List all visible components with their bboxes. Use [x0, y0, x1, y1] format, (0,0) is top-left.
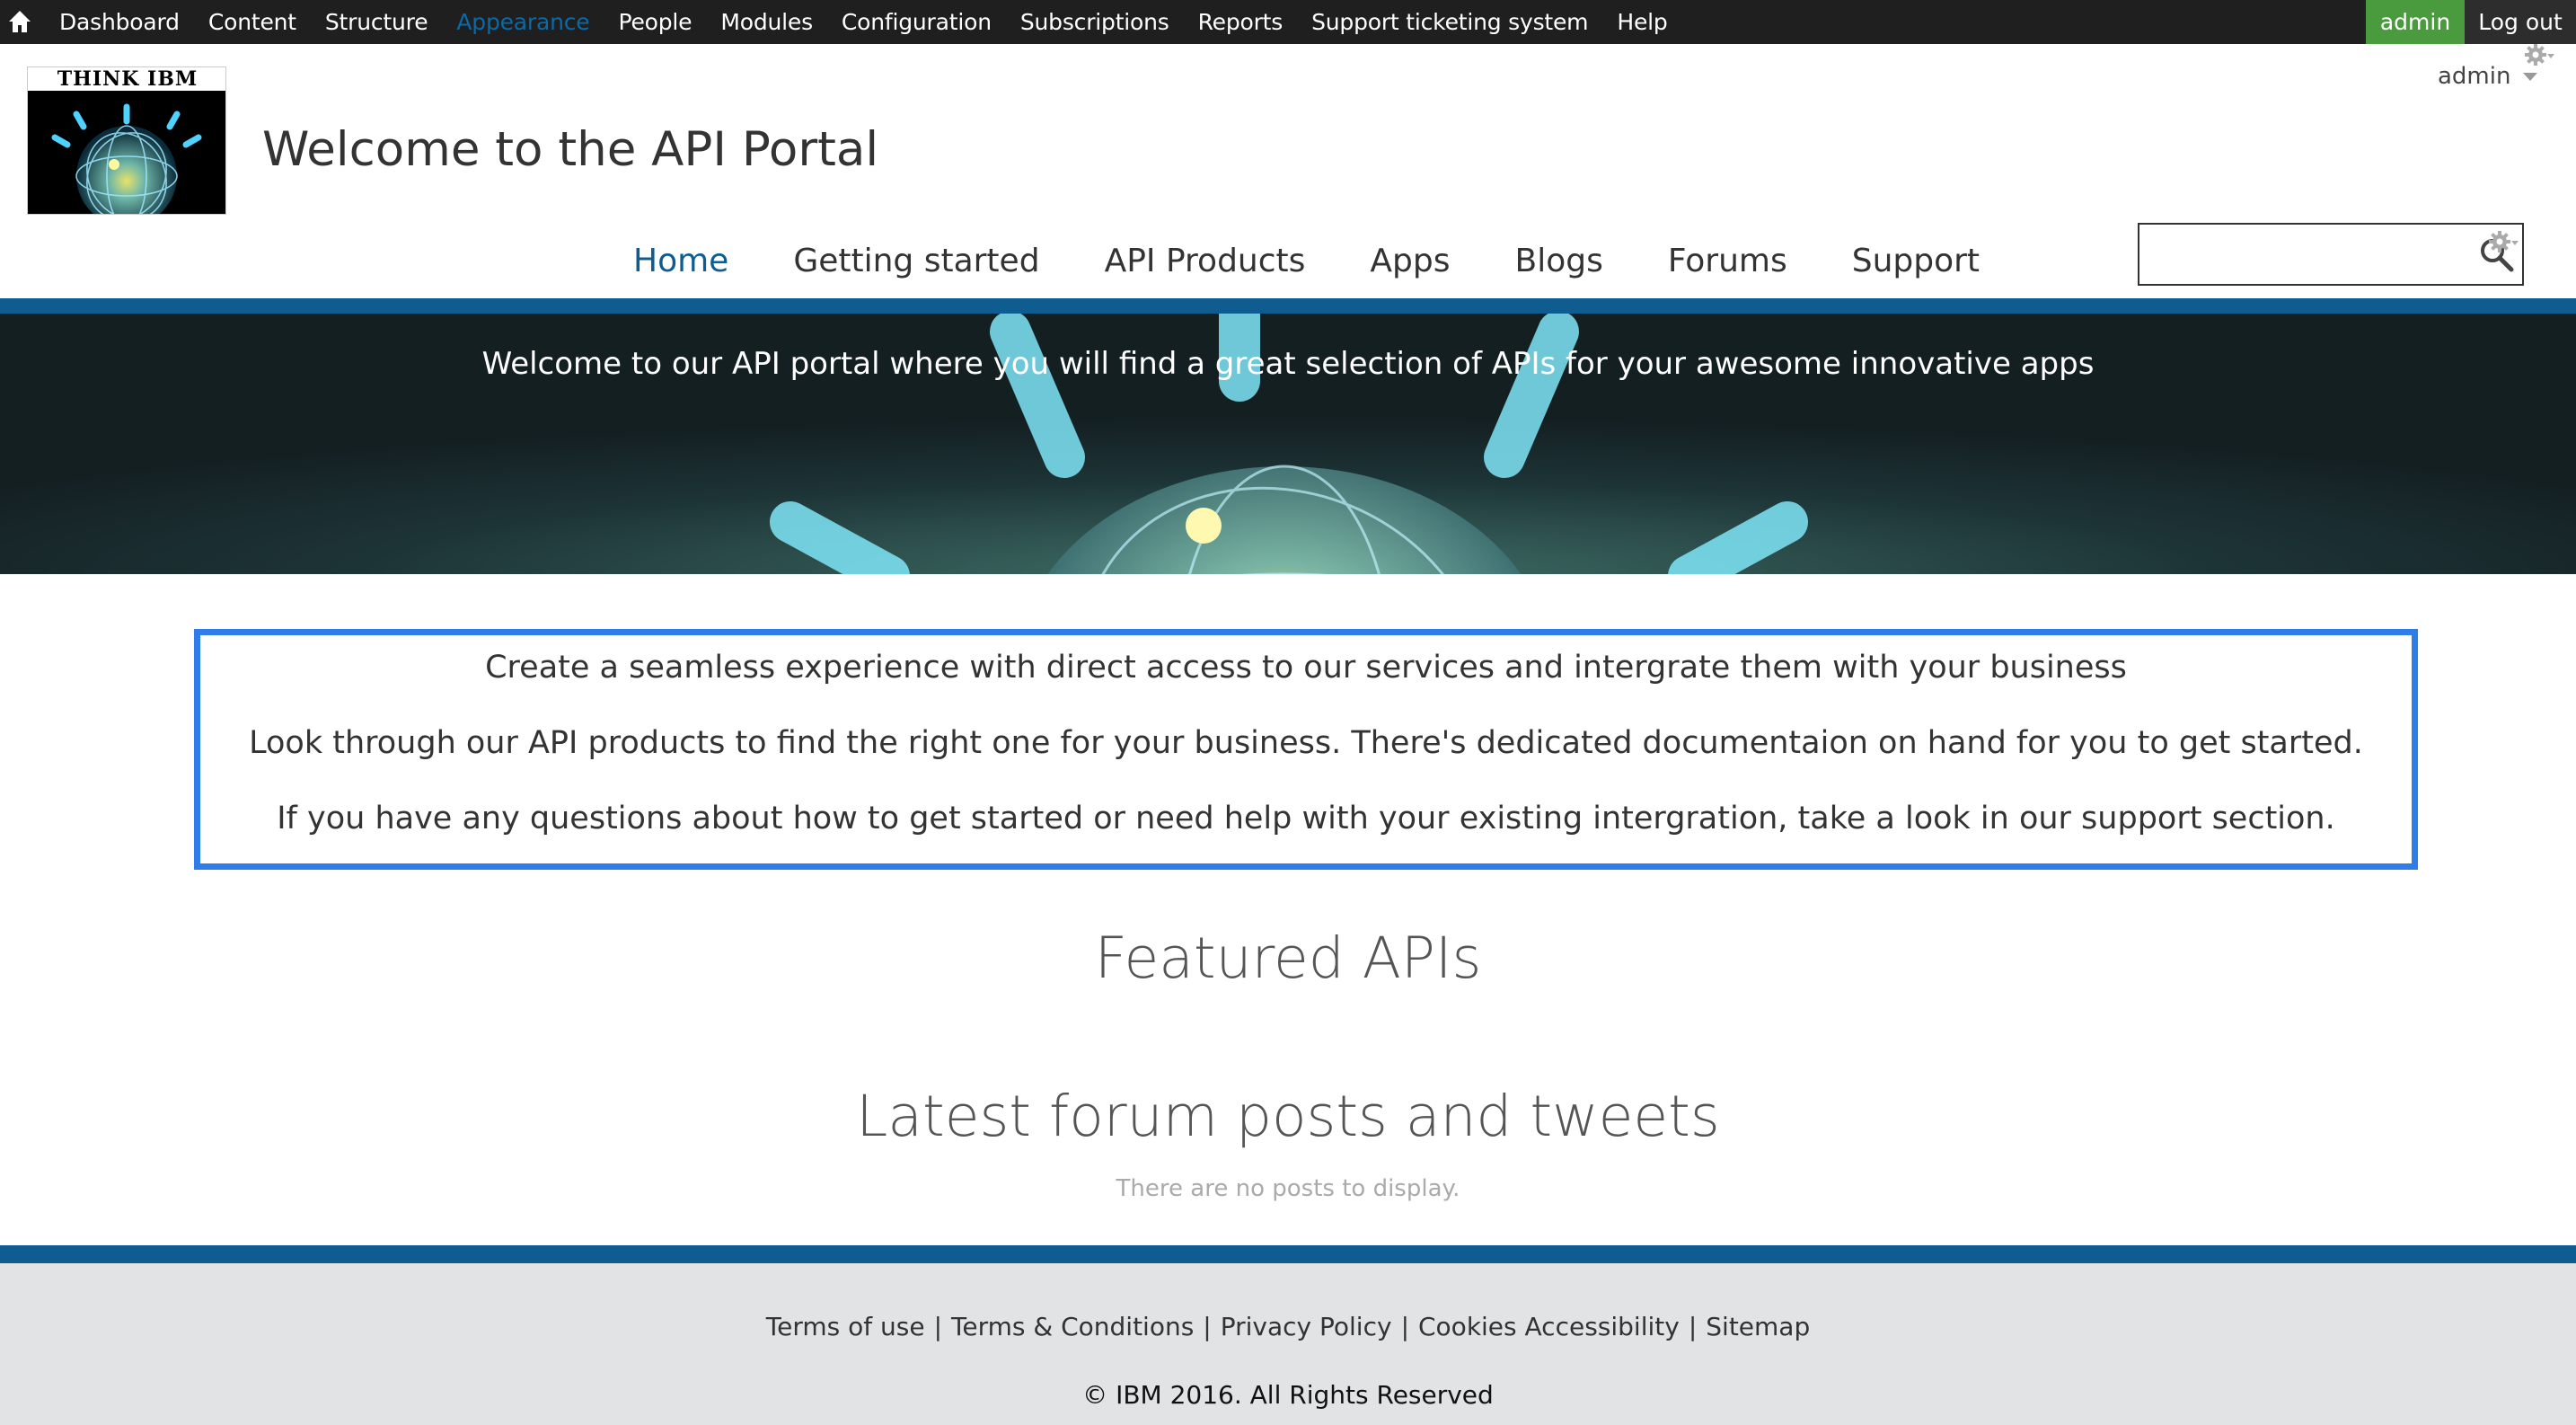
intro-box: Create a seamless experience with direct… [194, 629, 2418, 870]
toolbar-item-configuration[interactable]: Configuration [827, 9, 1006, 35]
search-box[interactable] [2138, 223, 2524, 286]
gear-icon[interactable] [2488, 230, 2519, 257]
user-menu[interactable]: admin [2438, 63, 2538, 90]
footer-link-sitemap[interactable]: Sitemap [1706, 1312, 1810, 1341]
toolbar-item-support-ticketing[interactable]: Support ticketing system [1297, 9, 1602, 35]
hero-text: Welcome to our API portal where you will… [481, 346, 2095, 382]
intro-line-3: If you have any questions about how to g… [277, 801, 2335, 836]
footer-link-privacy-policy[interactable]: Privacy Policy [1221, 1312, 1392, 1341]
site-logo[interactable]: THINK IBM [27, 66, 226, 215]
nav-item-blogs[interactable]: Blogs [1515, 243, 1603, 279]
nav-item-home[interactable]: Home [633, 243, 728, 279]
footer-links: Terms of use | Terms & Conditions | Privacy … [765, 1312, 1811, 1341]
globe-icon [51, 103, 202, 214]
nav-item-forums[interactable]: Forums [1668, 243, 1787, 279]
no-posts-message: There are no posts to display. [1116, 1175, 1460, 1202]
footer-link-terms-of-use[interactable]: Terms of use [766, 1312, 925, 1341]
search-input[interactable] [2147, 232, 2461, 277]
toolbar-item-appearance[interactable]: Appearance [442, 9, 604, 35]
toolbar-item-help[interactable]: Help [1602, 9, 1681, 35]
toolbar-item-modules[interactable]: Modules [706, 9, 827, 35]
home-icon[interactable] [7, 6, 32, 37]
footer-link-terms-conditions[interactable]: Terms & Conditions [951, 1312, 1194, 1341]
nav-item-support[interactable]: Support [1852, 243, 1980, 279]
logout-button[interactable]: Log out [2465, 0, 2576, 44]
admin-toolbar: Dashboard Content Structure Appearance P… [0, 0, 2576, 44]
toolbar-user-button[interactable]: admin [2366, 0, 2465, 44]
toolbar-menu: Dashboard Content Structure Appearance P… [45, 0, 1682, 44]
toolbar-item-structure[interactable]: Structure [311, 9, 443, 35]
footer-link-cookies-accessibility[interactable]: Cookies Accessibility [1418, 1312, 1680, 1341]
hero-banner: Welcome to our API portal where you will… [0, 314, 2576, 574]
intro-line-1: Create a seamless experience with direct… [485, 650, 2127, 686]
footer-divider [0, 1245, 2576, 1263]
toolbar-item-dashboard[interactable]: Dashboard [45, 9, 194, 35]
toolbar-item-subscriptions[interactable]: Subscriptions [1006, 9, 1184, 35]
header-divider [0, 298, 2576, 314]
forum-posts-title: Latest forum posts and tweets [856, 1084, 1720, 1149]
footer: Terms of use | Terms & Conditions | Privacy … [0, 1263, 2576, 1425]
nav-item-getting-started[interactable]: Getting started [793, 243, 1039, 279]
chevron-down-icon [2523, 73, 2538, 81]
toolbar-item-content[interactable]: Content [194, 9, 311, 35]
nav-item-apps[interactable]: Apps [1370, 243, 1450, 279]
nav-item-api-products[interactable]: API Products [1105, 243, 1306, 279]
intro-line-2: Look through our API products to find th… [249, 725, 2363, 761]
main-nav: Home Getting started API Products Apps B… [633, 235, 2044, 286]
site-title: Welcome to the API Portal [262, 122, 879, 177]
user-menu-label: admin [2438, 63, 2511, 90]
gear-icon[interactable] [2524, 43, 2554, 70]
toolbar-item-reports[interactable]: Reports [1184, 9, 1298, 35]
featured-apis-title: Featured APIs [1094, 925, 1482, 991]
toolbar-item-people[interactable]: People [604, 9, 707, 35]
copyright: © IBM 2016. All Rights Reserved [1082, 1380, 1494, 1410]
logo-text: THINK IBM [28, 67, 225, 91]
